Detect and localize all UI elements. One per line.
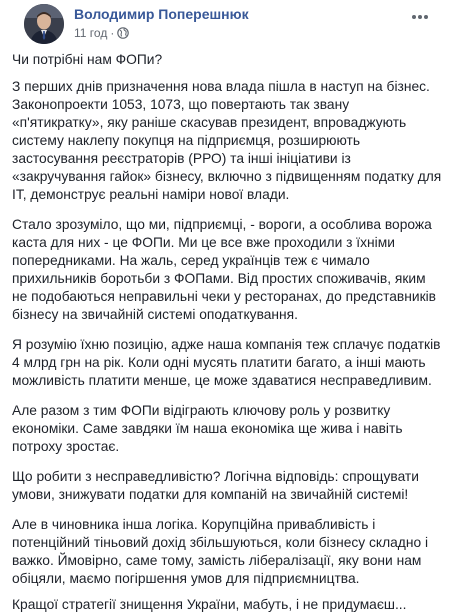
post-paragraph: Я розумію їхню позицію, адже наша компан… bbox=[12, 337, 441, 388]
author-name[interactable]: Володимир Поперешнюк bbox=[74, 6, 249, 22]
post-paragraph: Чи потрібні нам ФОПи? bbox=[12, 52, 163, 67]
more-icon[interactable] bbox=[409, 10, 431, 24]
post-paragraph: З перших днів призначення нова влада піш… bbox=[12, 79, 442, 202]
post-paragraph: Що робити з несправедливістю? Логічна ві… bbox=[12, 469, 419, 502]
facebook-post: Володимир Поперешнюк 11 год · Чи потрібн… bbox=[0, 0, 455, 612]
post-paragraph: Стало зрозуміло, що ми, підприємці, - во… bbox=[12, 217, 437, 322]
post-header: Володимир Поперешнюк 11 год · bbox=[12, 0, 443, 54]
avatar-photo bbox=[24, 4, 64, 44]
author-avatar[interactable] bbox=[24, 4, 64, 44]
post-paragraph: Але разом з тим ФОПи відіграють ключову … bbox=[12, 403, 403, 454]
globe-icon[interactable] bbox=[117, 27, 130, 39]
post-body: Чи потрібні нам ФОПи? З перших днів приз… bbox=[12, 51, 443, 614]
post-paragraph: Але в чиновника інша логіка. Корупційна … bbox=[12, 517, 429, 586]
post-timestamp[interactable]: 11 год bbox=[74, 26, 107, 40]
post-paragraph: Кращої стратегії знищення України, мабут… bbox=[12, 597, 407, 612]
post-meta: 11 год · bbox=[74, 26, 130, 40]
meta-separator: · bbox=[110, 26, 115, 40]
